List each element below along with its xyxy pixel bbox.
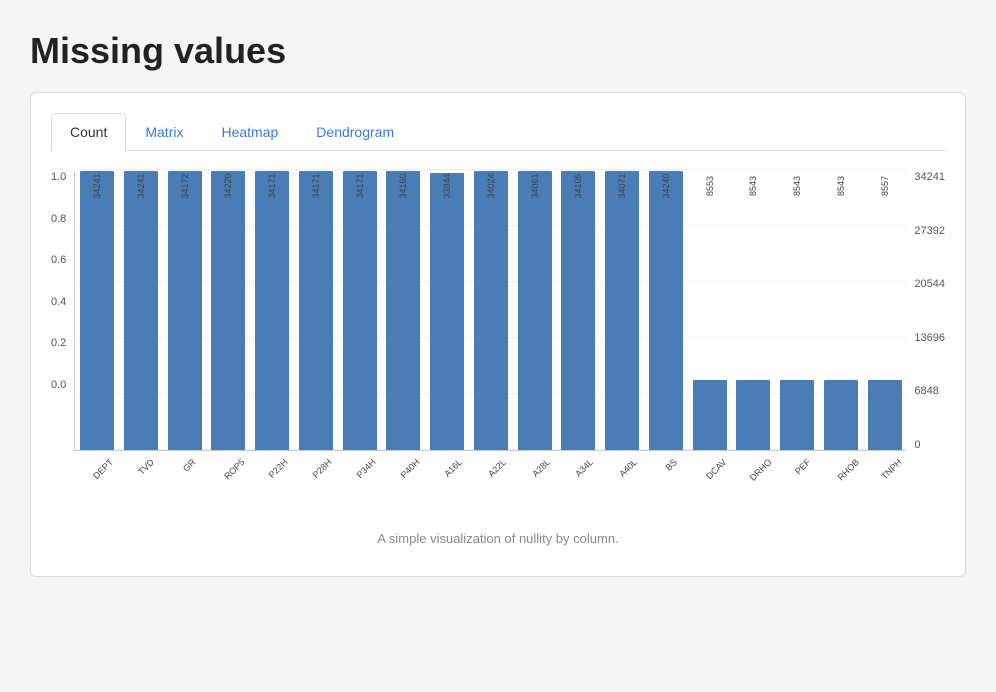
y-left-label: 0.8 — [51, 213, 66, 225]
bar — [780, 380, 814, 450]
bar — [824, 380, 858, 450]
bar-value-label: 8543 — [836, 176, 846, 196]
bar-group: 34160 — [382, 171, 426, 450]
bar — [518, 171, 552, 450]
bar — [386, 171, 420, 450]
bar-value-label: 33844 — [442, 173, 452, 198]
chart-subtitle: A simple visualization of nullity by col… — [51, 531, 945, 546]
tab-count[interactable]: Count — [51, 113, 126, 151]
x-label-cell: DEPT — [74, 451, 118, 511]
bar-group: 34105 — [557, 171, 601, 450]
bar — [474, 171, 508, 450]
bar — [168, 171, 202, 450]
bar-chart: 34241 34241 34172 34220 34171 34171 34171 34160… — [74, 171, 906, 451]
y-left-label: 0.2 — [51, 337, 66, 349]
bar — [211, 171, 245, 450]
bar-value-label: 34241 — [92, 173, 102, 198]
y-right-label: 27392 — [914, 225, 945, 237]
bar-value-label: 34171 — [311, 173, 321, 198]
bar-group: 34172 — [163, 171, 207, 450]
bar-group: 34241 — [119, 171, 163, 450]
tab-bar: Count Matrix Heatmap Dendrogram — [51, 113, 945, 151]
bar-group: 8543 — [819, 171, 863, 450]
bar-group: 34171 — [250, 171, 294, 450]
bar — [649, 171, 683, 450]
bar — [693, 380, 727, 450]
bar — [868, 380, 902, 450]
tab-heatmap[interactable]: Heatmap — [202, 113, 297, 150]
tab-matrix[interactable]: Matrix — [126, 113, 202, 150]
bar-group: 34061 — [513, 171, 557, 450]
bar-value-label: 34220 — [223, 173, 233, 198]
page-title: Missing values — [30, 30, 966, 72]
y-right-label: 13696 — [914, 332, 945, 344]
bar-value-label: 34240 — [661, 173, 671, 198]
bar-value-label: 8553 — [705, 176, 715, 196]
bar — [255, 171, 289, 450]
bar-group: 34024 — [469, 171, 513, 450]
bar — [561, 171, 595, 450]
bar — [80, 171, 114, 450]
bar-value-label: 34171 — [355, 173, 365, 198]
y-left-label: 0.6 — [51, 254, 66, 266]
y-right-label: 0 — [914, 439, 920, 451]
chart-wrapper: 1.00.80.60.40.20.0 342413424134172342203… — [51, 171, 945, 511]
bar-group: 33844 — [425, 171, 469, 450]
bar — [605, 171, 639, 450]
bar-group: 34171 — [294, 171, 338, 450]
bar-value-label: 34105 — [573, 173, 583, 198]
bar — [299, 171, 333, 450]
bar-value-label: 8557 — [880, 176, 890, 196]
bar — [124, 171, 158, 450]
bar-group: 8553 — [688, 171, 732, 450]
bar-value-label: 34241 — [136, 173, 146, 198]
bar-value-label: 34172 — [180, 173, 190, 198]
bar-group: 8543 — [775, 171, 819, 450]
bar-value-label: 34160 — [398, 173, 408, 198]
bar-x-label: TNPH — [879, 457, 935, 513]
bar — [430, 173, 464, 450]
bar — [736, 380, 770, 450]
x-labels-row: DEPTTVDGRROP5P22HP28HP34HP40HA16LA22LA28… — [74, 451, 906, 511]
bar — [343, 171, 377, 450]
y-right-label: 34241 — [914, 171, 945, 183]
main-card: Count Matrix Heatmap Dendrogram 1.0 0.8 0.… — [30, 92, 966, 577]
y-left-label: 0.0 — [51, 379, 66, 391]
bar-value-label: 34171 — [267, 173, 277, 198]
bar-value-label: 34071 — [617, 173, 627, 198]
y-left-label: 0.4 — [51, 296, 66, 308]
y-right-label: 6848 — [914, 385, 938, 397]
bar-value-label: 8543 — [792, 176, 802, 196]
bar-value-label: 34024 — [486, 173, 496, 198]
bar-group: 34171 — [338, 171, 382, 450]
tab-dendrogram[interactable]: Dendrogram — [297, 113, 413, 150]
y-axis-right: 34241 27392 20544 13696 6848 0 — [906, 171, 945, 451]
bar-value-label: 8543 — [748, 176, 758, 196]
y-axis-left: 1.0 0.8 0.6 0.4 0.2 0.0 — [51, 171, 74, 451]
chart-inner: 34241 34241 34172 34220 34171 34171 34171 34160… — [74, 171, 906, 511]
grid-line — [75, 169, 906, 170]
bar-group: 34071 — [600, 171, 644, 450]
bar-group: 34240 — [644, 171, 688, 450]
bar-group: 34241 — [75, 171, 119, 450]
bar-group: 8543 — [732, 171, 776, 450]
y-right-label: 20544 — [914, 278, 945, 290]
bar-group: 34220 — [207, 171, 251, 450]
y-left-label: 1.0 — [51, 171, 66, 183]
bar-value-label: 34061 — [530, 173, 540, 198]
bar-group: 8557 — [863, 171, 907, 450]
